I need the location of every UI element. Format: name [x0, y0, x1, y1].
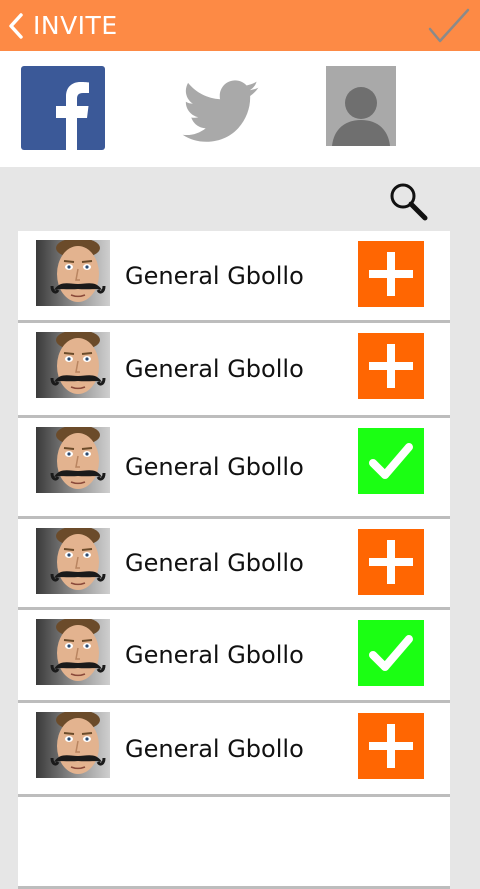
- add-contact-button[interactable]: [358, 333, 424, 399]
- facebook-source-button[interactable]: [21, 66, 105, 150]
- search-icon: [390, 183, 428, 221]
- twitter-bird-icon: [182, 80, 259, 142]
- person-silhouette-icon: [326, 66, 396, 146]
- contact-row[interactable]: General Gbollo: [18, 231, 450, 323]
- add-contact-button[interactable]: [358, 713, 424, 779]
- back-button[interactable]: INVITE: [0, 0, 140, 51]
- header-bar: INVITE: [0, 0, 480, 51]
- confirm-button[interactable]: [424, 4, 474, 48]
- contact-name: General Gbollo: [125, 355, 304, 383]
- contact-name: General Gbollo: [125, 453, 304, 481]
- checkmark-icon: [369, 635, 413, 671]
- contact-row[interactable]: [18, 797, 450, 889]
- contact-list: General Gbollo General Gbollo General Gb…: [18, 231, 450, 889]
- contact-name: General Gbollo: [125, 549, 304, 577]
- avatar: [36, 427, 110, 493]
- contact-row[interactable]: General Gbollo: [18, 610, 450, 703]
- checkmark-icon: [428, 8, 470, 43]
- plus-icon: [369, 252, 413, 296]
- chevron-left-icon: [9, 12, 23, 39]
- add-contact-button[interactable]: [358, 241, 424, 307]
- search-button[interactable]: [387, 180, 431, 224]
- contact-row[interactable]: General Gbollo: [18, 519, 450, 610]
- page-title: INVITE: [33, 11, 118, 40]
- contact-row[interactable]: General Gbollo: [18, 703, 450, 797]
- plus-icon: [369, 344, 413, 388]
- plus-icon: [369, 540, 413, 584]
- facebook-icon: [56, 82, 89, 150]
- avatar: [36, 240, 110, 306]
- contact-row[interactable]: General Gbollo: [18, 323, 450, 418]
- contact-name: General Gbollo: [125, 641, 304, 669]
- checkmark-icon: [369, 443, 413, 479]
- avatar: [36, 712, 110, 778]
- avatar: [36, 332, 110, 398]
- add-contact-button[interactable]: [358, 529, 424, 595]
- contacts-source-button[interactable]: [326, 66, 396, 146]
- contact-row[interactable]: General Gbollo: [18, 418, 450, 519]
- contact-name: General Gbollo: [125, 261, 304, 290]
- avatar: [36, 619, 110, 685]
- invite-source-bar: [0, 51, 480, 167]
- plus-icon: [369, 724, 413, 768]
- twitter-source-button[interactable]: [182, 78, 262, 146]
- invited-toggle-button[interactable]: [358, 428, 424, 494]
- contact-name: General Gbollo: [125, 734, 304, 763]
- invited-toggle-button[interactable]: [358, 620, 424, 686]
- avatar: [36, 528, 110, 594]
